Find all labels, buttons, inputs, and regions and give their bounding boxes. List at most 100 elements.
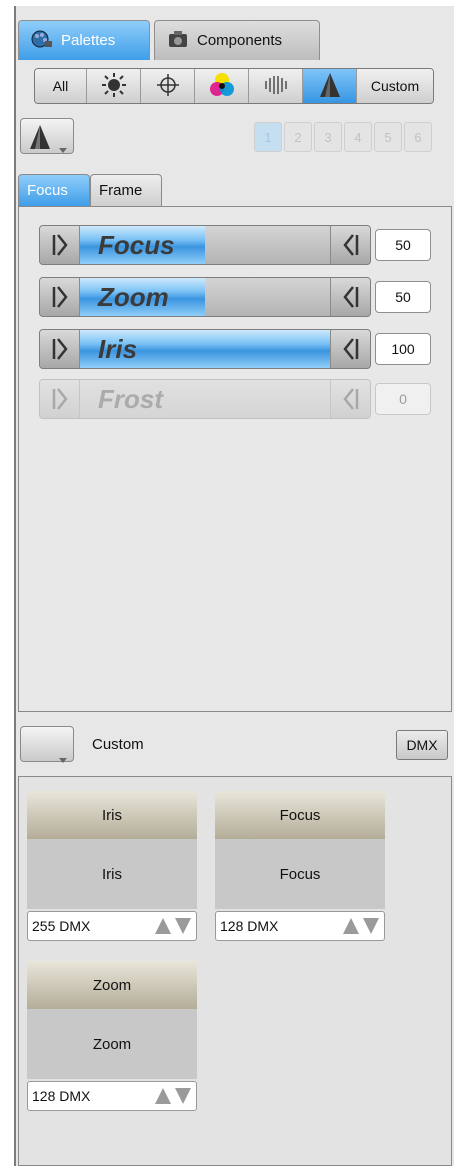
palette-filter-bar: All Custom — [34, 68, 434, 104]
tab-palettes-label: Palettes — [61, 32, 116, 49]
tab-components-label: Components — [197, 32, 283, 49]
filter-color-button[interactable] — [195, 69, 249, 103]
focus-value-field[interactable]: 50 — [375, 229, 431, 261]
fader-label: Iris — [98, 334, 138, 364]
arrow-up-icon[interactable] — [154, 1086, 172, 1106]
fader-max-button[interactable] — [330, 278, 370, 316]
card-value-field[interactable]: 255 DMX — [27, 911, 197, 941]
card-header: Iris — [27, 791, 197, 839]
card-header: Focus — [215, 791, 385, 839]
value-stepper[interactable] — [342, 916, 380, 936]
zoom-value-field[interactable]: 50 — [375, 281, 431, 313]
filter-all-button[interactable]: All — [35, 69, 87, 103]
card-value-label: 128 DMX — [32, 1088, 91, 1104]
skip-left-icon — [52, 234, 68, 256]
fader-min-button — [40, 380, 80, 418]
arrow-up-icon[interactable] — [154, 916, 172, 936]
dmx-button[interactable]: DMX — [396, 730, 448, 760]
beam-palette-dropdown[interactable] — [20, 118, 74, 154]
fader-label: Focus — [98, 230, 175, 260]
tab-frame-label: Frame — [99, 182, 143, 199]
filter-custom-label: Custom — [370, 78, 420, 94]
frost-fader: Frost — [39, 379, 371, 419]
tab-components[interactable]: Components — [154, 20, 320, 60]
filter-position-button[interactable] — [141, 69, 195, 103]
beam-icon — [317, 71, 343, 102]
page-label: 3 — [324, 129, 332, 145]
tab-palettes[interactable]: Palettes — [18, 20, 150, 60]
arrow-up-icon[interactable] — [342, 916, 360, 936]
card-value-field[interactable]: 128 DMX — [27, 1081, 197, 1111]
page-button[interactable]: 2 — [284, 122, 312, 152]
color-icon — [209, 72, 235, 101]
skip-left-icon — [52, 338, 68, 360]
page-label: 5 — [384, 129, 392, 145]
skip-right-icon — [342, 388, 358, 410]
zoom-card[interactable]: Zoom Zoom 128 DMX — [27, 961, 197, 1111]
value-stepper[interactable] — [154, 1086, 192, 1106]
gobo-icon — [261, 73, 291, 100]
fader-max-button — [330, 380, 370, 418]
iris-fader[interactable]: Iris — [39, 329, 371, 369]
page-button[interactable]: 1 — [254, 122, 282, 152]
card-value-label: 255 DMX — [32, 918, 91, 934]
skip-right-icon — [342, 234, 358, 256]
fader-label: Frost — [98, 384, 163, 414]
fader-min-button[interactable] — [40, 226, 80, 264]
card-body[interactable]: Iris — [27, 839, 197, 909]
palettes-window: Palettes Components All Custom 1 2 3 4 5… — [14, 6, 454, 1166]
value-stepper[interactable] — [154, 916, 192, 936]
filter-gobo-button[interactable] — [249, 69, 303, 103]
arrow-down-icon[interactable] — [174, 916, 192, 936]
page-button[interactable]: 3 — [314, 122, 342, 152]
skip-left-icon — [52, 286, 68, 308]
page-button[interactable]: 4 — [344, 122, 372, 152]
chevron-down-icon — [59, 141, 67, 157]
tab-focus[interactable]: Focus — [18, 174, 90, 206]
filter-beam-button[interactable] — [303, 69, 357, 103]
fader-max-button[interactable] — [330, 226, 370, 264]
card-header: Zoom — [27, 961, 197, 1009]
tab-focus-label: Focus — [27, 182, 68, 199]
focus-card[interactable]: Focus Focus 128 DMX — [215, 791, 385, 941]
beam-icon — [27, 123, 53, 154]
iris-card[interactable]: Iris Iris 255 DMX — [27, 791, 197, 941]
filter-custom-button[interactable]: Custom — [357, 69, 433, 103]
crosshair-icon — [156, 73, 180, 100]
zoom-fader[interactable]: Zoom — [39, 277, 371, 317]
card-value-field[interactable]: 128 DMX — [215, 911, 385, 941]
skip-left-icon — [52, 388, 68, 410]
fader-track: Frost — [80, 380, 330, 418]
page-label: 2 — [294, 129, 302, 145]
arrow-down-icon[interactable] — [174, 1086, 192, 1106]
chevron-down-icon — [59, 751, 67, 767]
fader-label: Zoom — [98, 282, 169, 312]
focus-panel: Focus 50 Zoom 50 Iris 100 Frost 0 — [18, 206, 452, 712]
page-button[interactable]: 6 — [404, 122, 432, 152]
components-icon — [167, 29, 189, 53]
palettes-icon — [31, 29, 53, 53]
arrow-down-icon[interactable] — [362, 916, 380, 936]
fader-track[interactable]: Iris — [80, 330, 330, 368]
tab-frame[interactable]: Frame — [90, 174, 162, 206]
fader-min-button[interactable] — [40, 330, 80, 368]
custom-dropdown[interactable] — [20, 726, 74, 763]
card-body[interactable]: Zoom — [27, 1009, 197, 1079]
custom-label: Custom — [92, 736, 144, 753]
fader-max-button[interactable] — [330, 330, 370, 368]
page-label: 6 — [414, 129, 422, 145]
frost-value-field: 0 — [375, 383, 431, 415]
fader-track[interactable]: Zoom — [80, 278, 330, 316]
skip-right-icon — [342, 286, 358, 308]
focus-fader[interactable]: Focus — [39, 225, 371, 265]
page-label: 4 — [354, 129, 362, 145]
fader-track[interactable]: Focus — [80, 226, 330, 264]
fader-min-button[interactable] — [40, 278, 80, 316]
filter-intensity-button[interactable] — [87, 69, 141, 103]
card-body[interactable]: Focus — [215, 839, 385, 909]
iris-value-field[interactable]: 100 — [375, 333, 431, 365]
page-button[interactable]: 5 — [374, 122, 402, 152]
filter-all-label: All — [52, 78, 69, 94]
sun-icon — [101, 72, 127, 101]
custom-panel: Iris Iris 255 DMX Focus Focus 128 DMX Zo… — [18, 776, 452, 1166]
